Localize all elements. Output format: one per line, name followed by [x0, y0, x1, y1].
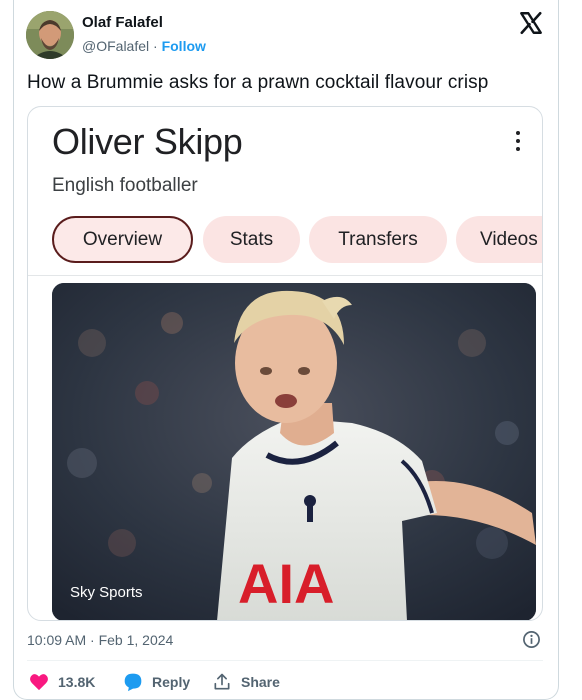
tweet-actions: 13.8K Reply Share	[27, 670, 547, 694]
share-label: Share	[241, 674, 280, 690]
share-button[interactable]: Share	[212, 670, 280, 694]
shirt-sponsor: AIA	[238, 552, 334, 615]
info-icon[interactable]	[522, 630, 541, 649]
reply-bubble-icon	[124, 673, 142, 692]
tweet-text: How a Brummie asks for a prawn cocktail …	[27, 72, 489, 93]
author-meta: @OFalafel · Follow	[82, 38, 206, 54]
tweet-timestamp[interactable]: 10:09 AM · Feb 1, 2024	[27, 632, 173, 648]
entity-subtitle: English footballer	[52, 175, 198, 196]
footer-divider	[27, 660, 543, 661]
heart-icon	[30, 674, 48, 691]
tab-chips: Overview Stats Transfers Videos	[52, 216, 542, 264]
tab-stats[interactable]: Stats	[203, 216, 300, 263]
author-name[interactable]: Olaf Falafel	[82, 14, 163, 31]
avatar[interactable]	[26, 11, 74, 59]
player-photo[interactable]: AIA Sky Sports	[52, 283, 536, 620]
embedded-search-card: Oliver Skipp English footballer Overview…	[27, 106, 543, 621]
card-divider	[28, 275, 542, 276]
player-photo-illustration: AIA	[52, 283, 536, 620]
tab-videos[interactable]: Videos	[456, 216, 542, 263]
like-count: 13.8K	[58, 674, 96, 690]
reply-label: Reply	[152, 674, 191, 690]
author-handle[interactable]: @OFalafel	[82, 38, 149, 54]
share-icon	[214, 673, 230, 690]
like-button[interactable]: 13.8K	[29, 670, 95, 694]
tab-transfers[interactable]: Transfers	[309, 216, 447, 263]
avatar-image	[26, 11, 74, 59]
meta-separator: ·	[149, 38, 162, 54]
reply-button[interactable]: Reply	[123, 670, 190, 694]
tab-overview[interactable]: Overview	[52, 216, 193, 263]
more-vert-icon[interactable]	[512, 131, 524, 153]
image-caption: Sky Sports	[70, 584, 143, 601]
x-logo-icon[interactable]	[518, 10, 544, 36]
entity-title: Oliver Skipp	[52, 121, 243, 162]
follow-button[interactable]: Follow	[162, 38, 206, 54]
